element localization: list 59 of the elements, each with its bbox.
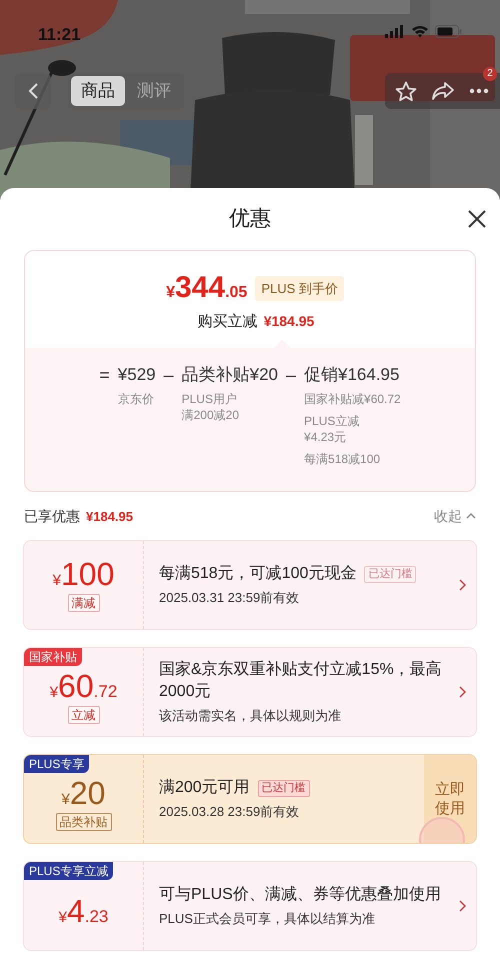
- coupon-type-label: 立减: [68, 706, 100, 724]
- star-icon[interactable]: [395, 80, 417, 102]
- price-component: 品类补贴¥20: [182, 364, 278, 386]
- coupon-card[interactable]: 国家补贴 ¥60.72 立减 国家&京东双重补贴支付立减15%，最高2000元 该活动需实名，具体以规则为准: [23, 647, 477, 737]
- coupon-title: 国家&京东双重补贴支付立减15%，最高2000元: [159, 660, 442, 702]
- tab[interactable]: 商品: [71, 76, 125, 106]
- collapse-toggle[interactable]: 收起: [434, 506, 476, 526]
- chevron-up-icon: [466, 513, 476, 519]
- chevron-right-icon: [458, 579, 466, 591]
- coupon-type-label: 满减: [68, 594, 100, 612]
- threshold-badge: 已达门槛: [258, 780, 310, 796]
- price-component: 促销¥164.95: [304, 364, 400, 386]
- coupon-card[interactable]: ¥100 满减 每满518元，可减100元现金 已达门槛 2025.03.31 23:59前有效: [23, 540, 477, 630]
- close-button[interactable]: [466, 208, 488, 230]
- operator-sign: =: [99, 364, 110, 387]
- coupon-card[interactable]: PLUS专享立减 ¥4.23 可与PLUS价、满减、券等优惠叠加使用 PLUS正式会员可享，具体以结算为准: [23, 861, 477, 951]
- coupon-type-label: 品类补贴: [56, 813, 112, 831]
- coupon-validity: 该活动需实名，具体以规则为准: [159, 707, 342, 725]
- coupon-validity: 2025.03.28 23:59前有效: [159, 803, 300, 821]
- price-tag: PLUS 到手价: [255, 276, 344, 301]
- final-price: ¥344.05: [166, 273, 248, 303]
- coupon-amount: ¥20: [62, 777, 106, 809]
- price-note: 每满518减100: [304, 451, 382, 467]
- price-component: ¥529: [118, 364, 156, 386]
- use-now-button[interactable]: 立即使用: [424, 755, 476, 843]
- coupon-amount: ¥100: [52, 558, 114, 590]
- operator-sign: –: [164, 364, 174, 387]
- coupon-title: 每满518元，可减100元现金: [159, 564, 356, 584]
- wifi-icon: [411, 25, 429, 38]
- coupon-title: 满200元可用: [159, 778, 250, 798]
- status-time: 11:21: [38, 24, 81, 46]
- price-note: PLUS立减¥4.23元: [304, 413, 360, 445]
- saving-label: 购买立减: [198, 312, 258, 332]
- coupon-tag: PLUS专享: [24, 755, 90, 773]
- price-note: 国家补贴减¥60.72: [304, 391, 401, 407]
- coupon-card[interactable]: PLUS专享 ¥20 品类补贴 满200元可用 已达门槛 2025.03.28 23:59前有效 立即使用: [23, 754, 477, 844]
- coupon-title: 可与PLUS价、满减、券等优惠叠加使用: [159, 884, 441, 905]
- back-icon: [27, 82, 39, 100]
- operator-sign: –: [286, 364, 296, 387]
- saving-amount: ¥184.95: [264, 312, 314, 331]
- coupon-validity: 2025.03.31 23:59前有效: [159, 589, 300, 607]
- coupon-tag: 国家补贴: [24, 648, 82, 666]
- chevron-right-icon: [458, 900, 466, 912]
- coupon-validity: PLUS正式会员可享，具体以结算为准: [159, 910, 376, 928]
- summary-amount: ¥184.95: [86, 508, 133, 526]
- sheet-title: 优惠: [229, 206, 271, 232]
- threshold-badge: 已达门槛: [364, 566, 416, 582]
- battery-icon: [435, 25, 462, 38]
- price-note: PLUS用户满200减20: [182, 391, 240, 423]
- chevron-right-icon: [458, 686, 466, 698]
- share-icon[interactable]: [431, 81, 455, 101]
- close-icon: [466, 208, 488, 230]
- coupon-tag: PLUS专享立减: [24, 862, 114, 880]
- more-icon[interactable]: [469, 88, 489, 94]
- signal-icon: [385, 25, 405, 38]
- coupon-amount: ¥4.23: [58, 895, 108, 927]
- coupon-amount: ¥60.72: [50, 670, 118, 702]
- price-note: 京东价: [118, 391, 155, 407]
- summary-label: 已享优惠: [24, 506, 80, 526]
